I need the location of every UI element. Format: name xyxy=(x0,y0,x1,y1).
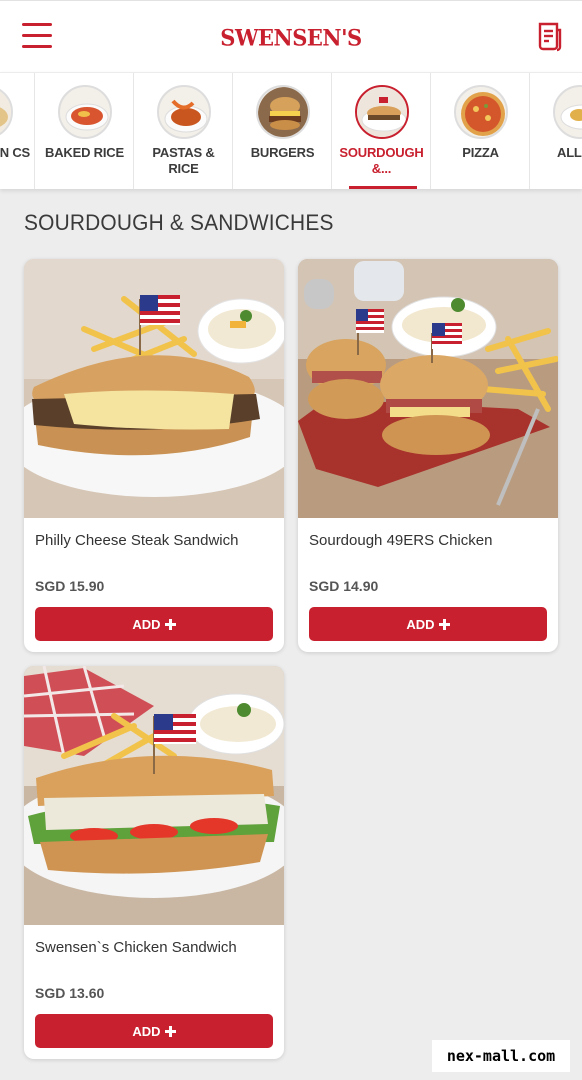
app-header: SWENSEN'S xyxy=(0,0,582,72)
product-image[interactable] xyxy=(298,259,558,518)
product-name: Sourdough 49ERS Chicken xyxy=(309,532,493,549)
category-bar[interactable]: N CS BAKED RICE PASTAS & RICE BURGERS SO… xyxy=(0,72,582,189)
product-image[interactable] xyxy=(24,259,284,518)
watermark: nex-mall.com xyxy=(432,1040,570,1072)
category-thumb xyxy=(255,85,310,139)
section-title: SOURDOUGH & SANDWICHES xyxy=(24,210,334,235)
plus-icon xyxy=(438,618,450,630)
category-label: BURGERS xyxy=(250,145,315,160)
product-card[interactable]: Sourdough 49ERS Chicken SGD 14.90 ADD xyxy=(298,259,558,652)
product-price: SGD 13.60 xyxy=(35,985,105,1001)
add-label: ADD xyxy=(132,616,161,632)
category-thumb xyxy=(0,85,13,139)
add-to-cart-button[interactable]: ADD xyxy=(35,1014,273,1048)
add-to-cart-button[interactable]: ADD xyxy=(35,607,273,641)
product-price: SGD 15.90 xyxy=(35,578,105,594)
product-name: Swensen`s Chicken Sandwich xyxy=(35,939,237,956)
category-thumb xyxy=(553,85,582,139)
category-thumb xyxy=(354,85,409,139)
product-image[interactable] xyxy=(24,666,284,925)
add-label: ADD xyxy=(406,616,435,632)
category-thumb xyxy=(156,85,211,139)
receipt-icon[interactable] xyxy=(536,21,564,53)
product-name: Philly Cheese Steak Sandwich xyxy=(35,532,239,549)
category-label: PIZZA xyxy=(462,145,499,160)
category-tab-pizza[interactable]: PIZZA xyxy=(432,73,530,189)
brand-logo[interactable]: SWENSEN'S xyxy=(0,24,582,50)
category-tab-baked-rice[interactable]: BAKED RICE xyxy=(36,73,134,189)
category-tab-all-brunch[interactable]: ALL BRU xyxy=(531,73,582,189)
category-tab-burgers[interactable]: BURGERS xyxy=(234,73,332,189)
active-tab-indicator xyxy=(349,186,417,189)
category-tab-sourdough[interactable]: SOURDOUGH &... xyxy=(333,73,431,189)
product-card[interactable]: Philly Cheese Steak Sandwich SGD 15.90 A… xyxy=(24,259,284,652)
category-label: PASTAS & RICE xyxy=(152,145,215,176)
category-label: N CS xyxy=(0,145,30,160)
product-price: SGD 14.90 xyxy=(309,578,379,594)
product-card[interactable]: Swensen`s Chicken Sandwich SGD 13.60 ADD xyxy=(24,666,284,1059)
category-thumb xyxy=(57,85,112,139)
plus-icon xyxy=(164,1025,176,1037)
category-label: BAKED RICE xyxy=(45,145,124,160)
add-label: ADD xyxy=(132,1023,161,1039)
plus-icon xyxy=(164,618,176,630)
category-label: SOURDOUGH &... xyxy=(339,145,424,176)
category-tab-pastas-rice[interactable]: PASTAS & RICE xyxy=(135,73,233,189)
add-to-cart-button[interactable]: ADD xyxy=(309,607,547,641)
category-label: ALL BRU xyxy=(557,145,582,160)
category-tab-0[interactable]: N CS xyxy=(0,73,35,189)
category-thumb xyxy=(453,85,508,139)
